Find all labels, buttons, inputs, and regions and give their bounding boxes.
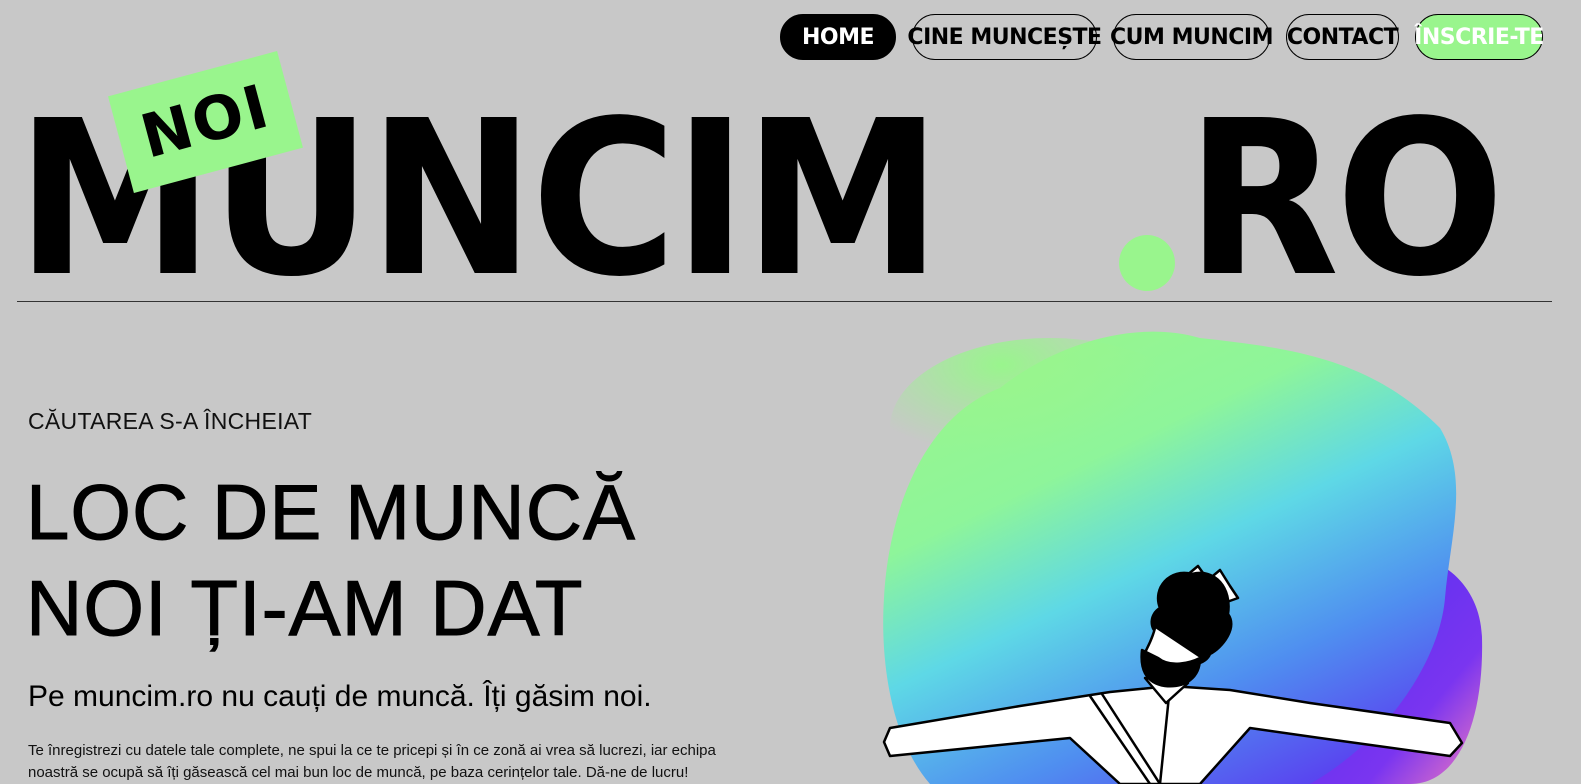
nav-home-button[interactable]: HOME	[780, 14, 896, 60]
nav-cine-munceste-button[interactable]: CINE MUNCEȘTE	[907, 14, 1102, 60]
divider	[17, 301, 1552, 302]
nav-inscrie-te-button[interactable]: ÎNSCRIE-TE	[1414, 14, 1544, 60]
logo-suffix: RO	[1186, 75, 1505, 324]
hero-subtitle: Pe muncim.ro nu cauți de muncă. Îți găsi…	[28, 680, 652, 713]
hero-eyebrow: CĂUTAREA S-A ÎNCHEIAT	[28, 408, 313, 434]
hero-body: Te înregistrezi cu datele tale complete,…	[28, 742, 716, 781]
headline-line-1: LOC DE MUNCĂ	[25, 468, 637, 557]
headline-line-2: NOI ȚI-AM DAT	[26, 564, 584, 653]
nav-cum-muncim-button[interactable]: CUM MUNCIM	[1110, 14, 1273, 60]
hero-illustration	[882, 331, 1483, 784]
top-navigation: HOME CINE MUNCEȘTE CUM MUNCIM CONTACT ÎN…	[780, 14, 1544, 60]
logo-dot	[1119, 235, 1175, 291]
nav-contact-button[interactable]: CONTACT	[1286, 14, 1399, 60]
hero-headline: LOC DE MUNCĂ NOI ȚI-AM DAT	[25, 464, 637, 656]
